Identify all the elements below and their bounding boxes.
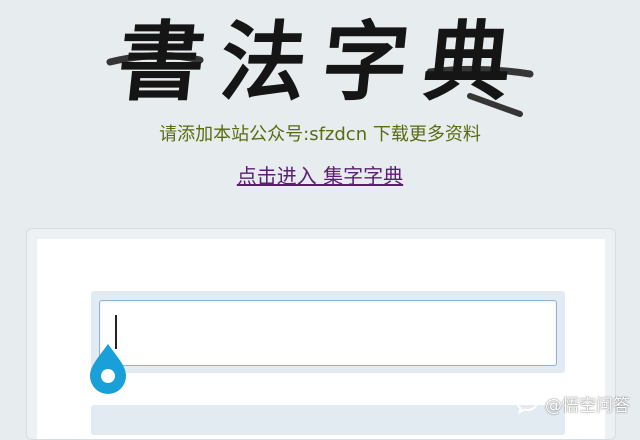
search-field-wrapper — [91, 291, 565, 373]
calligraphy-logo: 書法字典 — [106, 12, 534, 117]
subtitle-text: 请添加本站公众号:sfzdcn 下载更多资料 — [159, 124, 481, 145]
enter-jizi-dictionary-link[interactable]: 点击进入 集字字典 — [0, 164, 640, 188]
search-input[interactable] — [99, 300, 557, 366]
watermark-text: @悟空问答 — [545, 395, 630, 416]
secondary-field-bar[interactable] — [91, 405, 565, 435]
chat-bubble-icon — [515, 392, 539, 414]
text-selection-handle-icon[interactable] — [84, 342, 132, 394]
watermark: @悟空问答 — [515, 390, 630, 416]
